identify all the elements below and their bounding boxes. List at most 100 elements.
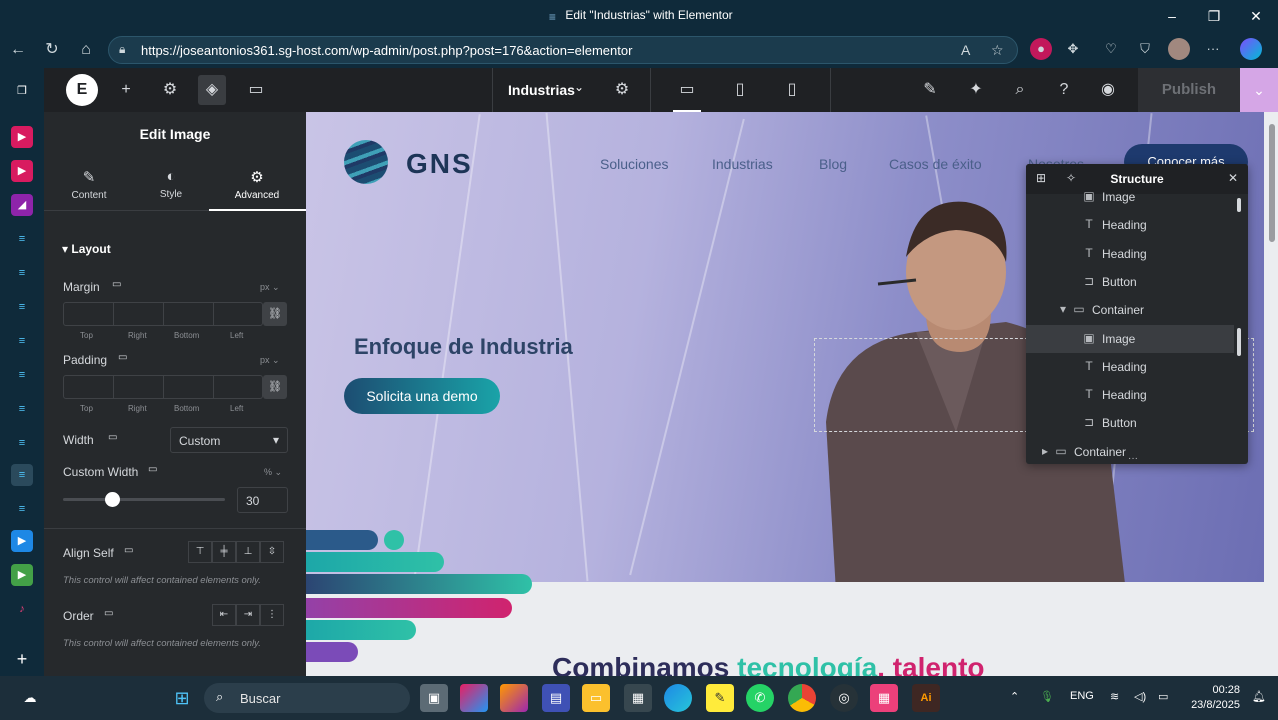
structure-item-button[interactable]: ⊐ Button: [1026, 268, 1234, 296]
app-icon[interactable]: ▦: [870, 684, 898, 712]
profile-avatar[interactable]: [1168, 38, 1190, 60]
desktop-view-icon[interactable]: ▭: [673, 78, 701, 112]
file-explorer-icon[interactable]: ▭: [582, 684, 610, 712]
canvas-scrollbar[interactable]: [1266, 112, 1278, 676]
app-icon[interactable]: ▤: [542, 684, 570, 712]
padding-left-input[interactable]: [214, 376, 264, 398]
padding-unit-select[interactable]: px ⌄: [260, 355, 280, 366]
tab-content[interactable]: ✎ Content: [48, 168, 130, 201]
add-element-icon[interactable]: +: [112, 78, 140, 102]
align-center-icon[interactable]: ╪: [212, 541, 236, 563]
maximize-button[interactable]: ❐: [1196, 4, 1232, 28]
structure-item-image[interactable]: ▣ Image: [1026, 183, 1234, 211]
notifications-icon[interactable]: 🔔︎: [1252, 690, 1266, 703]
whatsapp-icon[interactable]: ✆: [746, 684, 774, 712]
responsive-desktop-icon[interactable]: ▭: [118, 352, 127, 363]
system-clock[interactable]: 00:28 23/8/2025: [1180, 683, 1240, 713]
align-stretch-icon[interactable]: ⇳: [260, 541, 284, 563]
scrollbar-thumb[interactable]: [1269, 124, 1275, 242]
vertical-tab-icon[interactable]: ◢: [11, 194, 33, 216]
section-heading[interactable]: Combinamos tecnología, talento: [552, 652, 985, 676]
mobile-view-icon[interactable]: ▯: [778, 78, 806, 102]
responsive-desktop-icon[interactable]: ▭: [108, 432, 117, 443]
vertical-tab-icon[interactable]: ≡: [11, 364, 33, 386]
scrollbar-thumb[interactable]: [1237, 198, 1241, 212]
structure-layers-icon[interactable]: ◈: [198, 75, 226, 105]
more-options-icon[interactable]: ···: [1202, 38, 1224, 60]
structure-item-container[interactable]: ▾ ▭ Container: [1026, 296, 1234, 324]
taskbar-search[interactable]: ⌕ Buscar: [204, 683, 410, 713]
structure-item-heading[interactable]: T Heading: [1026, 353, 1234, 381]
align-end-icon[interactable]: ⊥: [236, 541, 260, 563]
vertical-tab-icon[interactable]: ≡: [11, 432, 33, 454]
padding-right-input[interactable]: [114, 376, 164, 398]
vertical-tab-icon[interactable]: ▶: [11, 564, 33, 586]
help-icon[interactable]: ?: [1050, 78, 1078, 102]
demo-button[interactable]: Solicita una demo: [344, 378, 500, 414]
padding-bottom-input[interactable]: [164, 376, 214, 398]
link-values-icon[interactable]: ⛓: [263, 375, 287, 399]
language-indicator[interactable]: ENG: [1070, 690, 1094, 702]
extensions-puzzle-icon[interactable]: ✥: [1062, 38, 1084, 60]
copilot-app-icon[interactable]: [460, 684, 488, 712]
shield-extension-icon[interactable]: ●: [1030, 38, 1052, 60]
windows-start-icon[interactable]: ⊞: [168, 684, 196, 712]
responsive-desktop-icon[interactable]: ▭: [104, 608, 113, 619]
scrollbar-thumb[interactable]: [1237, 328, 1241, 356]
favorite-star-icon[interactable]: ☆: [991, 42, 1004, 59]
search-icon[interactable]: ⌕: [1006, 78, 1034, 102]
margin-bottom-input[interactable]: [164, 303, 214, 325]
vertical-tab-icon[interactable]: ♪: [11, 598, 33, 620]
order-last-icon[interactable]: ⇥: [236, 604, 260, 626]
tab-style[interactable]: ◐ Style: [130, 168, 212, 200]
home-icon[interactable]: ⌂: [74, 38, 98, 62]
nav-link-blog[interactable]: Blog: [819, 156, 847, 172]
url-text[interactable]: https://joseantonios361.sg-host.com/wp-a…: [141, 43, 632, 58]
browser-essentials-icon[interactable]: ⛉: [1134, 38, 1156, 60]
weather-widget-icon[interactable]: ☁: [16, 684, 44, 712]
wifi-icon[interactable]: ≋: [1110, 690, 1119, 703]
margin-left-input[interactable]: [214, 303, 264, 325]
margin-unit-select[interactable]: px ⌄: [260, 282, 280, 293]
tab-actions-icon[interactable]: ❐: [11, 80, 33, 102]
publish-options-chevron-icon[interactable]: ⌄: [1240, 68, 1278, 112]
heart-extension-icon[interactable]: ♡: [1100, 38, 1122, 60]
reload-icon[interactable]: ↻: [40, 38, 64, 62]
caret-right-icon[interactable]: ▸: [1038, 444, 1052, 458]
align-start-icon[interactable]: ⊤: [188, 541, 212, 563]
minimize-button[interactable]: –: [1154, 4, 1190, 28]
sticky-notes-icon[interactable]: ✎: [706, 684, 734, 712]
nav-link-industrias[interactable]: Industrias: [712, 156, 773, 172]
vertical-tab-icon[interactable]: ≡: [11, 296, 33, 318]
page-settings-gear-icon[interactable]: ⚙: [608, 78, 636, 102]
order-custom-icon[interactable]: ⋮: [260, 604, 284, 626]
vertical-tab-icon[interactable]: ▶: [11, 530, 33, 552]
vertical-tab-icon[interactable]: ≡: [11, 228, 33, 250]
battery-icon[interactable]: ▭: [1158, 690, 1168, 703]
margin-top-input[interactable]: [64, 303, 114, 325]
gns-logo-icon[interactable]: [344, 140, 388, 184]
resize-handle-icon[interactable]: ···: [1128, 453, 1138, 464]
tab-advanced[interactable]: ⚙ Advanced: [216, 168, 298, 201]
ai-app-icon[interactable]: [500, 684, 528, 712]
site-settings-icon[interactable]: ⚙︎: [156, 78, 184, 102]
address-bar[interactable]: 🔒︎ https://joseantonios361.sg-host.com/w…: [108, 36, 1018, 64]
vertical-tab-icon[interactable]: ≡: [11, 262, 33, 284]
tablet-view-icon[interactable]: ▯: [726, 78, 754, 102]
custom-width-unit-select[interactable]: % ⌄: [264, 467, 282, 478]
custom-width-slider-thumb[interactable]: [104, 492, 120, 507]
store-icon[interactable]: ▦: [624, 684, 652, 712]
site-logo-text[interactable]: GNS: [406, 148, 473, 180]
padding-top-input[interactable]: [64, 376, 114, 398]
nav-link-soluciones[interactable]: Soluciones: [600, 156, 669, 172]
structure-item-image[interactable]: ▣ Image: [1026, 325, 1234, 353]
chevron-up-icon[interactable]: ⌃: [1010, 690, 1019, 703]
vertical-tab-icon[interactable]: ≡: [11, 330, 33, 352]
custom-width-slider-track[interactable]: [63, 498, 225, 501]
custom-width-input[interactable]: 30: [237, 487, 288, 513]
order-first-icon[interactable]: ⇤: [212, 604, 236, 626]
whats-new-icon[interactable]: ✦: [962, 78, 990, 102]
structure-item-heading[interactable]: T Heading: [1026, 240, 1234, 268]
microphone-icon[interactable]: 🎙︎: [1040, 690, 1054, 703]
chevron-down-icon[interactable]: ⌄: [574, 80, 584, 94]
